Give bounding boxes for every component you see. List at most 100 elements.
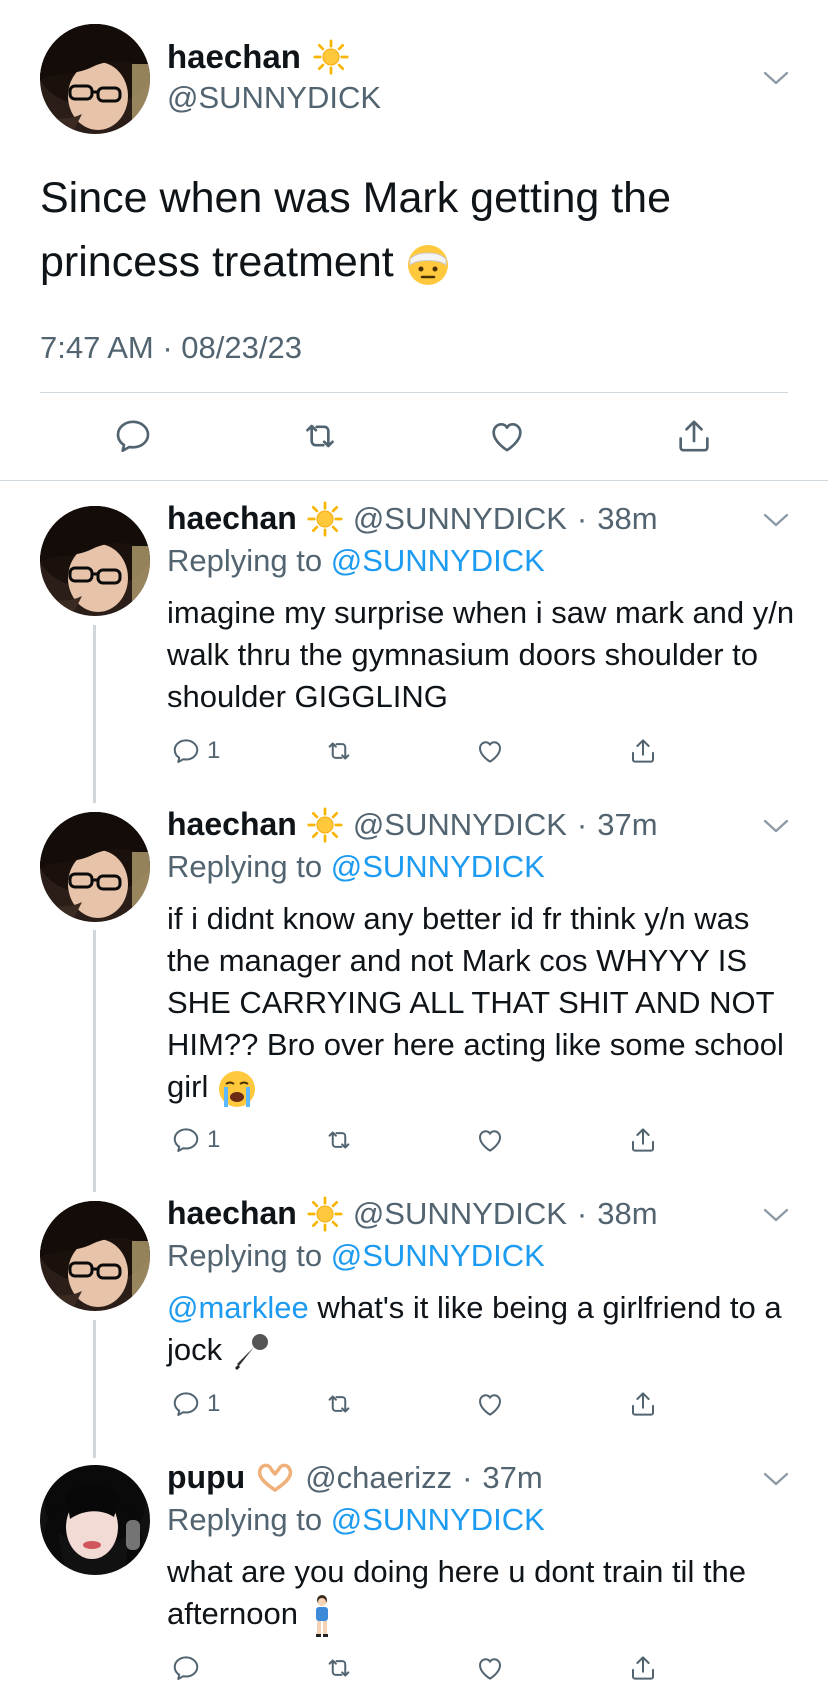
loudly-crying-face-emoji: [218, 1070, 255, 1107]
sun-emoji-icon: [307, 501, 343, 537]
replying-to: Replying to @SUNNYDICK: [167, 1502, 545, 1538]
reply-header: haechan @SUNNYDICK · 37m: [167, 806, 658, 843]
retweet-button[interactable]: [324, 1650, 354, 1686]
heart-icon: [475, 1389, 505, 1419]
separator: ·: [576, 1195, 588, 1231]
retweet-button[interactable]: [324, 1122, 354, 1158]
tweet-text-body: Since when was Mark getting the princess…: [40, 174, 671, 286]
replying-prefix: Replying to: [167, 543, 323, 578]
avatar[interactable]: [40, 1201, 150, 1311]
divider: [40, 392, 788, 393]
share-icon[interactable]: [674, 416, 714, 456]
chevron-down-icon[interactable]: [762, 1205, 790, 1225]
replying-to-link[interactable]: @SUNNYDICK: [331, 849, 545, 884]
reply-time: 37m: [597, 806, 658, 842]
avatar[interactable]: [40, 1465, 150, 1575]
avatar[interactable]: [40, 812, 150, 922]
like-button[interactable]: [475, 1650, 505, 1686]
author-name[interactable]: haechan: [167, 806, 297, 843]
like-button[interactable]: [475, 1386, 505, 1422]
replying-to: Replying to @SUNNYDICK: [167, 1238, 545, 1274]
like-button[interactable]: [475, 1122, 505, 1158]
reply-text: imagine my surprise when i saw mark and …: [167, 595, 795, 714]
share-icon: [628, 1389, 658, 1419]
heart-icon[interactable]: [487, 416, 527, 456]
reply-button[interactable]: [171, 1650, 201, 1686]
replying-to: Replying to @SUNNYDICK: [167, 543, 545, 579]
author-name[interactable]: haechan: [167, 38, 301, 76]
sun-emoji-icon: [307, 1196, 343, 1232]
replying-to-link[interactable]: @SUNNYDICK: [331, 1238, 545, 1273]
reply-text: what are you doing here u dont train til…: [167, 1551, 797, 1638]
reply-header: pupu @chaerizz · 37m: [167, 1459, 543, 1496]
reply-time: 37m: [482, 1459, 543, 1495]
retweet-button[interactable]: [324, 733, 354, 769]
sun-emoji-icon: [307, 807, 343, 843]
author-name[interactable]: haechan: [167, 1195, 297, 1232]
retweet-icon: [324, 1653, 354, 1683]
heart-hands-emoji: [258, 1463, 293, 1492]
reply-header: haechan @SUNNYDICK · 38m: [167, 500, 658, 537]
author-handle[interactable]: @SUNNYDICK: [353, 501, 567, 537]
reply-button[interactable]: 1: [171, 1122, 220, 1158]
like-button[interactable]: [475, 733, 505, 769]
reply-text-body: if i didnt know any better id fr think y…: [167, 901, 784, 1104]
thread-line: [93, 625, 96, 803]
standing-woman-emoji: [315, 1594, 328, 1637]
thread-line: [93, 1320, 96, 1458]
separator: ·: [462, 1459, 473, 1495]
separator: ·: [576, 806, 588, 842]
author-handle[interactable]: @chaerizz: [305, 1460, 452, 1496]
share-button[interactable]: [628, 1650, 658, 1686]
author-handle[interactable]: @SUNNYDICK: [353, 807, 567, 843]
share-icon: [628, 1125, 658, 1155]
share-button[interactable]: [628, 733, 658, 769]
reply-text: if i didnt know any better id fr think y…: [167, 898, 797, 1109]
share-icon: [628, 736, 658, 766]
chevron-down-icon[interactable]: [762, 1469, 790, 1489]
replying-prefix: Replying to: [167, 1238, 323, 1273]
avatar[interactable]: [40, 506, 150, 616]
retweet-icon: [324, 1125, 354, 1155]
chevron-down-icon[interactable]: [762, 68, 790, 88]
avatar[interactable]: [40, 24, 150, 134]
mention-link[interactable]: @marklee: [167, 1290, 309, 1325]
reply-icon: [171, 1653, 201, 1683]
reply-count: 1: [207, 1390, 221, 1417]
heart-icon: [475, 736, 505, 766]
sun-emoji-icon: [313, 39, 349, 75]
share-button[interactable]: [628, 1386, 658, 1422]
author-name[interactable]: pupu: [167, 1459, 245, 1496]
chevron-down-icon[interactable]: [762, 816, 790, 836]
reply-button[interactable]: 1: [171, 733, 220, 769]
reply-icon: [171, 736, 201, 766]
author-name[interactable]: haechan: [167, 500, 297, 537]
reply-icon: [171, 1389, 201, 1419]
retweet-button[interactable]: [324, 1386, 354, 1422]
reply-icon[interactable]: [113, 416, 153, 456]
author-name-row[interactable]: haechan: [167, 38, 349, 76]
author-handle[interactable]: @SUNNYDICK: [353, 1196, 567, 1232]
reply-text: @marklee what's it like being a girlfrie…: [167, 1287, 797, 1372]
reply-text-body: what are you doing here u dont train til…: [167, 1554, 747, 1631]
replying-to-link[interactable]: @SUNNYDICK: [331, 543, 545, 578]
reply-time: 38m: [597, 500, 658, 536]
replying-prefix: Replying to: [167, 1502, 323, 1537]
retweet-icon[interactable]: [300, 416, 340, 456]
author-handle[interactable]: @SUNNYDICK: [167, 80, 381, 116]
reply-header: haechan @SUNNYDICK · 38m: [167, 1195, 658, 1232]
replying-to-link[interactable]: @SUNNYDICK: [331, 1502, 545, 1537]
divider: [0, 480, 828, 481]
reply-count: 1: [207, 737, 221, 764]
retweet-icon: [324, 1389, 354, 1419]
reply-button[interactable]: 1: [171, 1386, 220, 1422]
separator: ·: [576, 500, 588, 536]
share-button[interactable]: [628, 1122, 658, 1158]
face-with-head-bandage-emoji: [407, 244, 448, 285]
replying-to: Replying to @SUNNYDICK: [167, 849, 545, 885]
share-icon: [628, 1653, 658, 1683]
reply-icon: [171, 1125, 201, 1155]
chevron-down-icon[interactable]: [762, 510, 790, 530]
heart-icon: [475, 1653, 505, 1683]
replying-prefix: Replying to: [167, 849, 323, 884]
